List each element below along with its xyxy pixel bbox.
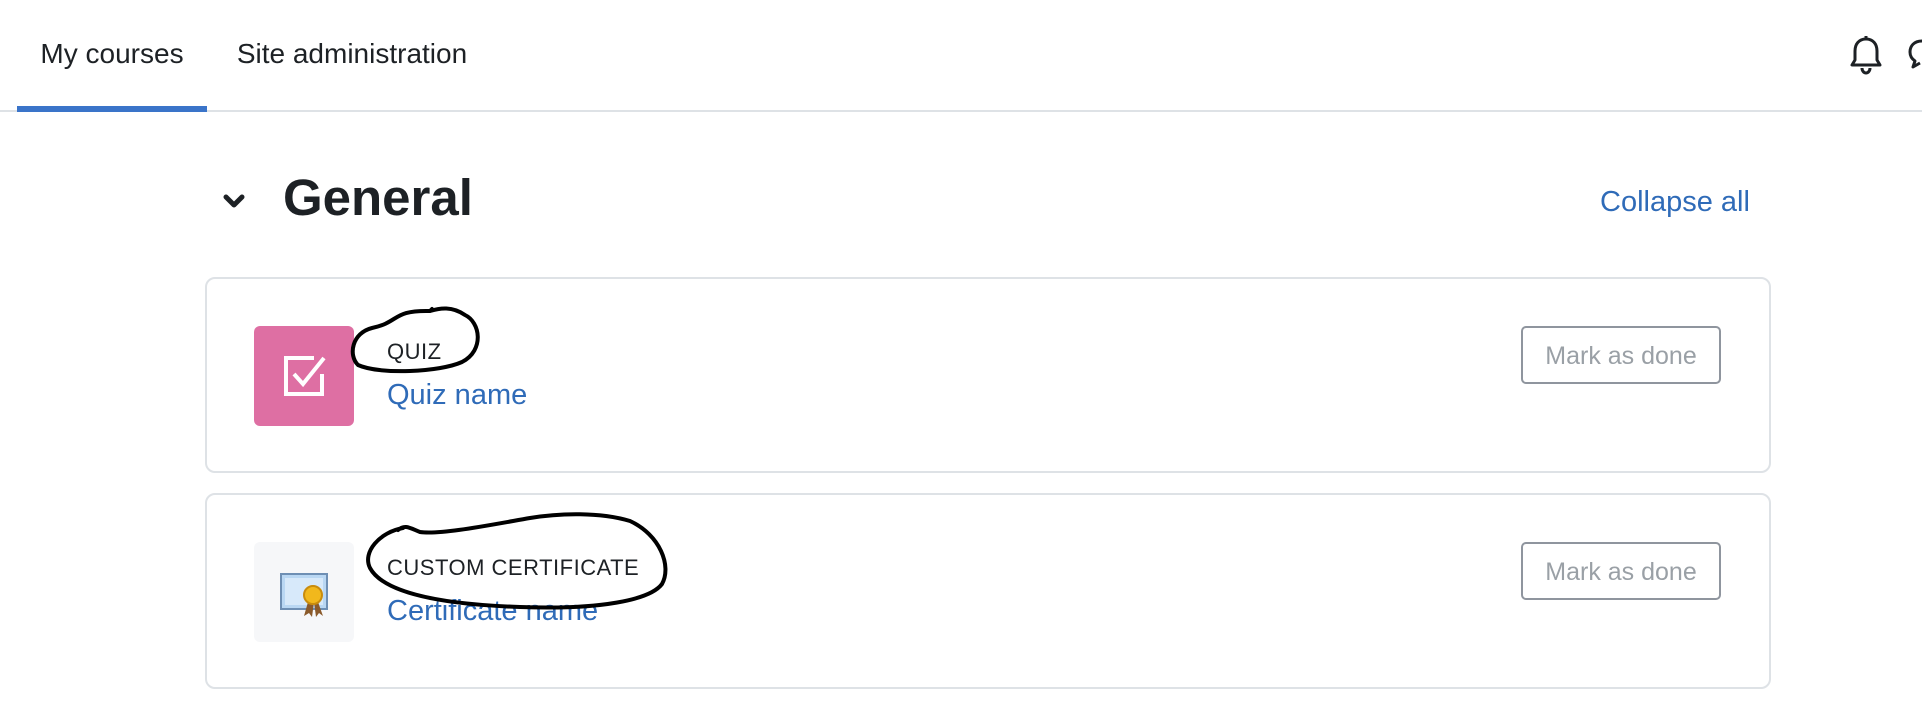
collapse-all-link[interactable]: Collapse all xyxy=(1600,186,1750,219)
primary-navigation: My courses Site administration xyxy=(0,0,1922,112)
activity-name-link[interactable]: Certificate name xyxy=(387,595,598,628)
activity-type-label: CUSTOM CERTIFICATE xyxy=(387,555,640,580)
tab-site-administration[interactable]: Site administration xyxy=(207,0,497,112)
activity-item-certificate: CUSTOM CERTIFICATE Certificate name Mark… xyxy=(205,493,1771,689)
chevron-down-icon[interactable] xyxy=(210,182,256,222)
activity-name-link[interactable]: Quiz name xyxy=(387,379,527,412)
chat-icon[interactable] xyxy=(1908,35,1922,75)
tab-my-courses[interactable]: My courses xyxy=(17,0,207,112)
mark-as-done-button[interactable]: Mark as done xyxy=(1521,542,1721,600)
mark-as-done-button[interactable]: Mark as done xyxy=(1521,326,1721,384)
quiz-icon-tile[interactable] xyxy=(254,326,354,426)
activity-item-quiz: QUIZ Quiz name Mark as done xyxy=(205,277,1771,473)
bell-icon[interactable] xyxy=(1848,35,1884,75)
section-title: General xyxy=(283,169,473,226)
activity-type-label: QUIZ xyxy=(387,339,442,364)
quiz-checkbox-icon xyxy=(284,356,326,396)
certificate-icon xyxy=(280,573,328,617)
certificate-icon-tile[interactable] xyxy=(254,542,354,642)
